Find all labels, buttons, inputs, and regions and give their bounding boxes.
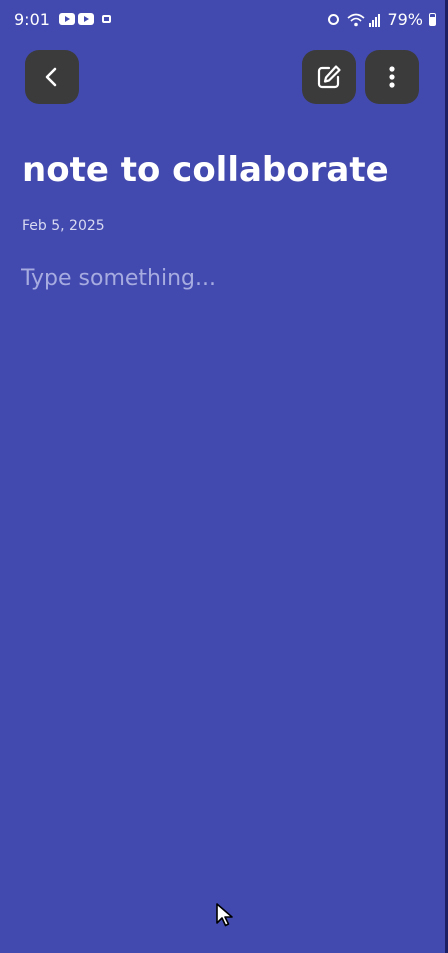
chevron-left-icon	[45, 67, 57, 87]
youtube-icon	[78, 13, 94, 25]
more-options-button[interactable]	[365, 50, 419, 104]
notification-icon	[102, 15, 111, 23]
note-date: Feb 5, 2025	[22, 218, 105, 234]
more-vert-icon	[389, 66, 395, 88]
wifi-icon	[347, 13, 365, 26]
back-button[interactable]	[25, 50, 79, 104]
battery-icon	[429, 13, 436, 26]
notification-icons	[59, 13, 111, 25]
pointer-cursor-icon	[216, 903, 233, 927]
system-icons: 79%	[328, 10, 436, 29]
note-title[interactable]: note to collaborate	[22, 148, 432, 192]
edit-button[interactable]	[302, 50, 356, 104]
alarm-icon	[328, 14, 340, 25]
status-bar: 9:01 79%	[0, 0, 448, 40]
edit-icon	[317, 65, 341, 89]
youtube-icon	[59, 13, 75, 25]
status-time: 9:01	[14, 10, 50, 29]
note-body-input[interactable]	[21, 262, 421, 294]
signal-icon	[369, 13, 383, 27]
battery-percent: 79%	[387, 10, 423, 29]
